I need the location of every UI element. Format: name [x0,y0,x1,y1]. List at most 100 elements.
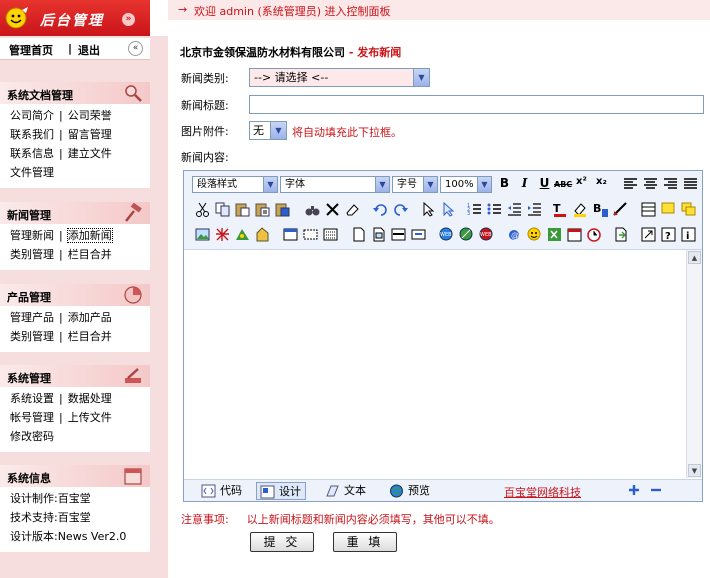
bold-icon[interactable]: B [496,176,513,193]
ordered-list-icon[interactable]: 123 [466,201,483,218]
paste-text-icon[interactable] [254,201,271,218]
chevron-right-icon[interactable]: » [122,13,135,26]
mode-code-button[interactable]: 代码 [198,482,242,500]
insert-symbol-icon[interactable]: @ [506,226,523,243]
sidebar-link[interactable]: 留言管理 [68,128,112,141]
mode-preview-button[interactable]: 预览 [386,482,430,500]
about-icon[interactable]: i [680,226,697,243]
marquee-icon[interactable] [410,226,427,243]
paste-word-icon[interactable] [274,201,291,218]
sidebar-link[interactable]: 公司简介 [10,109,54,122]
collapse-sidebar-button[interactable]: « [128,41,143,56]
format-brush-icon[interactable] [612,201,629,218]
font-select[interactable]: 字体 ▼ [280,176,390,193]
chevron-down-icon[interactable]: ▼ [270,122,286,139]
align-right-icon[interactable] [662,176,679,193]
indent-icon[interactable] [526,201,543,218]
undo-icon[interactable] [372,201,389,218]
home-link[interactable]: 管理首页 [9,42,53,58]
copy-icon[interactable] [214,201,231,218]
sidebar-link[interactable]: 栏目合并 [68,248,112,261]
excel-icon[interactable] [546,226,563,243]
editor-content-area[interactable]: ▲ ▼ [184,249,702,479]
group-header[interactable]: 新闻管理 [0,202,150,224]
superscript-icon[interactable]: x² [576,176,593,193]
paragraph-style-select[interactable]: 段落样式 ▼ [192,176,278,193]
font-color-icon[interactable]: T [552,201,569,218]
cut-icon[interactable] [194,201,211,218]
sidebar-link[interactable]: 联系我们 [10,128,54,141]
insert-image-icon[interactable] [194,226,211,243]
group-header[interactable]: 系统文档管理 [0,82,150,104]
submit-button[interactable]: 提 交 [250,532,314,552]
sidebar-link[interactable]: 栏目合并 [68,330,112,343]
background-color-icon[interactable]: B [592,201,609,218]
sidebar-link[interactable]: 类别管理 [10,248,54,261]
font-size-select[interactable]: 字号 ▼ [392,176,438,193]
sidebar-link[interactable]: 类别管理 [10,330,54,343]
sidebar-link[interactable]: 数据处理 [68,392,112,405]
emoticon-icon[interactable] [526,226,543,243]
insert-table-row-icon[interactable] [640,201,657,218]
subscript-icon[interactable]: x₂ [596,176,613,193]
horizontal-rule-icon[interactable] [390,226,407,243]
zoom-select[interactable]: 100% ▼ [440,176,492,193]
sidebar-link[interactable]: 联系信息 [10,147,54,160]
sidebar-link[interactable]: 管理产品 [10,311,54,324]
highlight-color-icon[interactable] [572,201,589,218]
align-justify-icon[interactable] [682,176,699,193]
insert-table-icon[interactable] [282,226,299,243]
help-icon[interactable]: ? [660,226,677,243]
scroll-down-icon[interactable]: ▼ [688,464,701,477]
chevron-down-icon[interactable]: ▼ [263,177,277,192]
chevron-down-icon[interactable]: ▼ [375,177,389,192]
italic-icon[interactable]: I [516,176,533,193]
import-icon[interactable] [612,226,629,243]
group-header[interactable]: 系统管理 [0,365,150,387]
strikethrough-icon[interactable]: ABC [554,176,572,193]
insert-flash-icon[interactable] [214,226,231,243]
fullscreen-icon[interactable] [640,226,657,243]
unordered-list-icon[interactable] [486,201,503,218]
sidebar-link[interactable]: 帐号管理 [10,411,54,424]
align-left-icon[interactable] [622,176,639,193]
date-icon[interactable] [566,226,583,243]
plus-icon[interactable] [627,483,641,497]
layer-icon[interactable] [680,201,697,218]
time-icon[interactable] [586,226,603,243]
sidebar-link[interactable]: 建立文件 [68,147,112,160]
category-select[interactable]: --> 请选择 <-- ▼ [249,68,430,87]
eraser-icon[interactable] [344,201,361,218]
sidebar-link[interactable]: 上传文件 [68,411,112,424]
sidebar-link[interactable]: 修改密码 [10,430,54,443]
mode-design-button[interactable]: 设计 [256,482,306,500]
sidebar-link-active[interactable]: 添加新闻 [66,228,113,243]
insert-template-icon[interactable] [370,226,387,243]
chevron-down-icon[interactable]: ▼ [413,69,429,86]
underline-icon[interactable]: U [536,176,553,193]
yellow-note-icon[interactable] [660,201,677,218]
logout-link[interactable]: 退出 [78,42,100,58]
outdent-icon[interactable] [506,201,523,218]
absolute-position-icon[interactable] [440,201,457,218]
mode-text-button[interactable]: 文本 [322,482,366,500]
scroll-up-icon[interactable]: ▲ [688,251,701,264]
sidebar-link[interactable]: 公司荣誉 [68,109,112,122]
editor-scrollbar[interactable]: ▲ ▼ [686,250,702,478]
company-link[interactable]: 百宝堂网络科技 [504,484,581,500]
sidebar-link[interactable]: 添加产品 [68,311,112,324]
minus-icon[interactable] [649,483,663,497]
sidebar-link[interactable]: 管理新闻 [10,229,54,242]
chevron-down-icon[interactable]: ▼ [477,177,491,192]
group-header[interactable]: 产品管理 [0,284,150,306]
group-header[interactable]: 系统信息 [0,465,150,487]
insert-div-icon[interactable] [322,226,339,243]
title-input[interactable] [249,95,704,114]
delete-icon[interactable] [324,201,341,218]
image-select[interactable]: 无 ▼ [249,121,287,140]
chevron-down-icon[interactable]: ▼ [423,177,437,192]
insert-form-icon[interactable] [302,226,319,243]
paste-icon[interactable] [234,201,251,218]
redo-icon[interactable] [392,201,409,218]
select-pointer-icon[interactable] [420,201,437,218]
